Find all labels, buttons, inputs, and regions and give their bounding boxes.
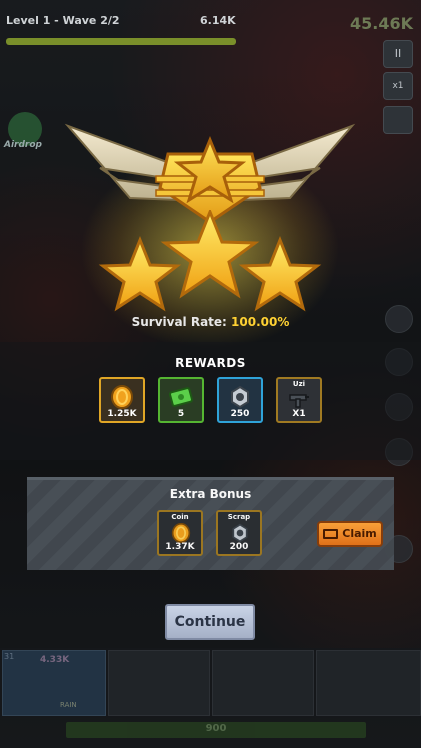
coin-icon (111, 385, 133, 409)
coin-icon (171, 523, 191, 543)
survival-rate: Survival Rate: 100.00% (0, 315, 421, 329)
reward-cash: 5 (158, 377, 204, 423)
menu-button[interactable] (383, 106, 413, 134)
score-label: 6.14K (200, 14, 236, 27)
hero-slot[interactable] (212, 650, 314, 716)
scrap-icon (231, 385, 249, 409)
bonus-scrap: Scrap 200 (216, 510, 262, 556)
reward-qty: 1.25K (107, 409, 137, 419)
bonus-qty: 1.37K (165, 542, 195, 552)
reward-uzi: Uzi X1 (276, 377, 322, 423)
video-ad-icon (323, 529, 339, 539)
rewards-title: REWARDS (175, 356, 246, 370)
continue-button[interactable]: Continue (165, 604, 255, 640)
star-icon (160, 210, 260, 299)
star-icon (98, 235, 182, 312)
claim-button[interactable]: Claim (317, 521, 383, 547)
energy-value: 900 (205, 723, 227, 734)
star-icon (238, 235, 322, 312)
extra-bonus-title: Extra Bonus (169, 487, 252, 501)
wave-progress-fill (6, 38, 236, 45)
scrap-icon (232, 523, 248, 543)
pause-button[interactable]: II (383, 40, 413, 68)
reward-label: Uzi (292, 380, 306, 388)
reward-qty: 250 (230, 409, 250, 419)
reward-scrap: 250 (217, 377, 263, 423)
hero-tag: RAIN (60, 701, 77, 709)
reward-qty: 5 (177, 409, 185, 419)
cash-icon (168, 387, 194, 407)
bonus-qty: 200 (229, 542, 249, 552)
reward-coin: 1.25K (99, 377, 145, 423)
survival-rate-value: 100.00% (231, 315, 290, 329)
hero-slot[interactable] (108, 650, 210, 716)
wave-progress-bar (6, 38, 236, 45)
extra-bonus-panel: Extra Bonus Coin 1.37K Scrap 200 Claim (27, 477, 394, 570)
bonus-coin: Coin 1.37K (157, 510, 203, 556)
reward-qty: X1 (292, 409, 306, 419)
airdrop-label: Airdrop (4, 140, 42, 150)
uzi-icon (289, 394, 309, 408)
hero-stats: 4.33K (40, 655, 70, 665)
hero-level: 31 (4, 652, 15, 661)
hero-slot[interactable] (316, 650, 421, 716)
bonus-label: Coin (171, 513, 189, 521)
coin-total: 45.46K (350, 14, 414, 33)
claim-label: Claim (342, 527, 377, 540)
bonus-label: Scrap (227, 513, 251, 521)
level-wave-label: Level 1 - Wave 2/2 (6, 14, 120, 27)
speed-button[interactable]: x1 (383, 72, 413, 100)
energy-bar: 900 (66, 722, 366, 738)
survival-rate-label: Survival Rate: (131, 315, 227, 329)
star-rating (98, 210, 322, 312)
